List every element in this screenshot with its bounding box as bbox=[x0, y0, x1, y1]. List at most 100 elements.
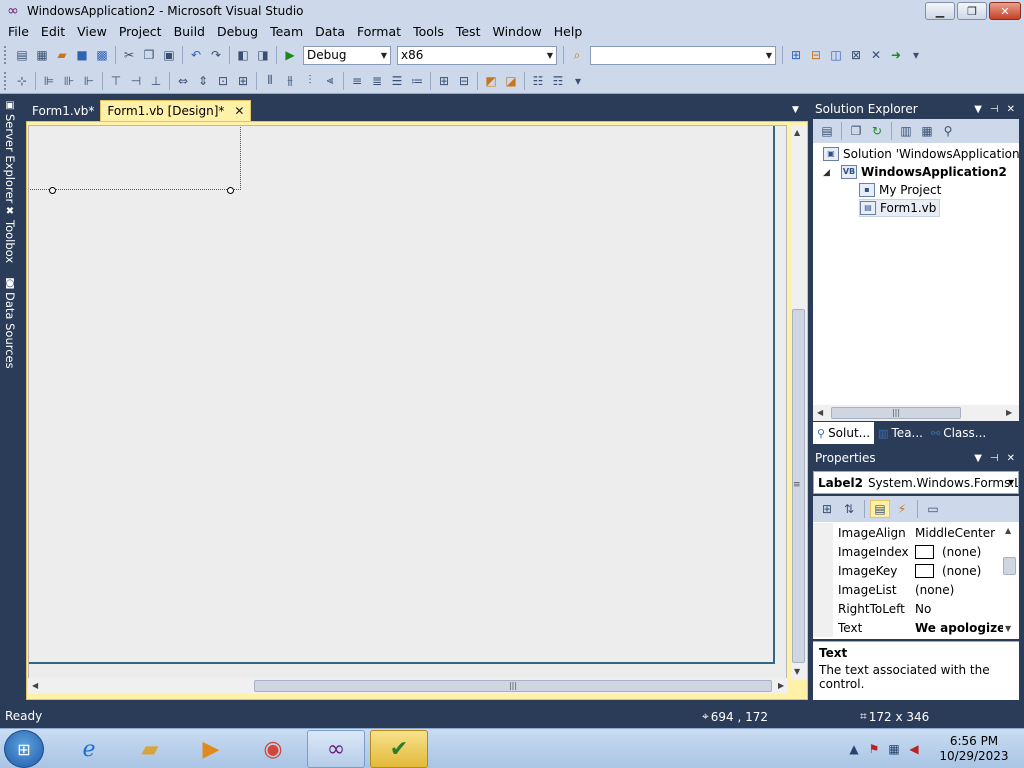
properties-view-icon[interactable]: ▤ bbox=[870, 500, 890, 518]
make-same-width-icon[interactable]: ⇔ bbox=[173, 72, 193, 90]
toolbar-grip[interactable] bbox=[4, 46, 8, 64]
alphabetical-icon[interactable]: ⇅ bbox=[839, 500, 859, 518]
active-files-dropdown-icon[interactable]: ▼ bbox=[792, 105, 799, 115]
view-class-diagram-icon[interactable]: ⚲ bbox=[938, 122, 958, 140]
solution-explorer-icon[interactable]: ⊞ bbox=[786, 46, 806, 64]
remove-vertical-spacing-icon[interactable]: ≔ bbox=[407, 72, 427, 90]
menu-edit[interactable]: Edit bbox=[35, 22, 71, 42]
server-explorer-tab[interactable]: ▣ Server Explorer bbox=[2, 100, 18, 203]
tab-form1-code[interactable]: Form1.vb* bbox=[26, 100, 100, 121]
lock-controls-icon[interactable]: ☶ bbox=[548, 72, 568, 90]
new-project-icon[interactable]: ▤ bbox=[12, 46, 32, 64]
undo-icon[interactable]: ↶ bbox=[186, 46, 206, 64]
menu-help[interactable]: Help bbox=[548, 22, 589, 42]
resize-handle-bottom-left[interactable] bbox=[49, 187, 56, 194]
vertical-spacing-equal-icon[interactable]: ≡ bbox=[347, 72, 367, 90]
start-page-icon[interactable]: ➜ bbox=[886, 46, 906, 64]
scroll-up-icon[interactable]: ▲ bbox=[1005, 526, 1011, 535]
increase-vertical-spacing-icon[interactable]: ≣ bbox=[367, 72, 387, 90]
network-icon[interactable]: ▦ bbox=[884, 742, 904, 756]
close-tab-icon[interactable]: ✕ bbox=[234, 104, 244, 118]
taskbar-chrome[interactable]: ◉ bbox=[244, 730, 302, 768]
tree-node-solution[interactable]: ▣ Solution 'WindowsApplication2' bbox=[823, 145, 1019, 163]
bring-to-front-icon[interactable]: ◩ bbox=[481, 72, 501, 90]
refresh-icon[interactable]: ↻ bbox=[867, 122, 887, 140]
property-row[interactable]: ImageList (none) bbox=[813, 580, 1003, 599]
make-same-size-icon[interactable]: ⊡ bbox=[213, 72, 233, 90]
view-designer-icon[interactable]: ▦ bbox=[917, 122, 937, 140]
horizontal-scroll-thumb[interactable]: ||| bbox=[254, 680, 772, 692]
menu-format[interactable]: Format bbox=[351, 22, 407, 42]
view-code-icon[interactable]: ▥ bbox=[896, 122, 916, 140]
toolbox-tab[interactable]: ✖ Toolbox bbox=[2, 206, 18, 263]
vertical-scroll-thumb[interactable] bbox=[1003, 557, 1016, 575]
menu-test[interactable]: Test bbox=[450, 22, 487, 42]
design-surface[interactable] bbox=[28, 125, 787, 683]
copy-icon[interactable]: ❐ bbox=[139, 46, 159, 64]
object-browser-icon[interactable]: ◫ bbox=[826, 46, 846, 64]
form1-design-canvas[interactable] bbox=[29, 126, 775, 664]
property-row[interactable]: ImageIndex (none) bbox=[813, 542, 1003, 561]
menu-debug[interactable]: Debug bbox=[211, 22, 264, 42]
property-row[interactable]: ImageKey (none) bbox=[813, 561, 1003, 580]
find-in-files-icon[interactable]: ⌕ bbox=[567, 46, 587, 64]
taskbar-file-explorer[interactable]: ▰ bbox=[121, 730, 179, 768]
tab-solution-explorer[interactable]: ⚲ Solut... bbox=[813, 422, 875, 444]
minimize-button[interactable]: ▁ bbox=[925, 2, 955, 20]
tree-node-form1[interactable]: ▤ Form1.vb bbox=[859, 199, 941, 217]
scroll-up-icon[interactable]: ▲ bbox=[794, 128, 800, 137]
scroll-left-icon[interactable]: ◀ bbox=[817, 408, 823, 417]
tab-class-view[interactable]: ⚯ Class... bbox=[927, 422, 990, 444]
menu-data[interactable]: Data bbox=[309, 22, 351, 42]
action-center-flag-icon[interactable]: ⚑ bbox=[864, 742, 884, 756]
decrease-vertical-spacing-icon[interactable]: ☰ bbox=[387, 72, 407, 90]
menu-team[interactable]: Team bbox=[264, 22, 309, 42]
scroll-right-icon[interactable]: ▶ bbox=[1006, 408, 1012, 417]
show-hidden-icons-icon[interactable]: ▲ bbox=[844, 742, 864, 756]
show-all-files-icon[interactable]: ❐ bbox=[846, 122, 866, 140]
tree-node-my-project[interactable]: ▪ My Project bbox=[859, 181, 941, 199]
properties-window-icon[interactable]: ⊟ bbox=[806, 46, 826, 64]
scroll-down-icon[interactable]: ▼ bbox=[1005, 624, 1011, 633]
close-panel-icon[interactable]: ✕ bbox=[1007, 104, 1015, 115]
align-bottoms-icon[interactable]: ⊥ bbox=[146, 72, 166, 90]
selected-label2-control[interactable] bbox=[29, 126, 241, 194]
decrease-horizontal-spacing-icon[interactable]: ⫶ bbox=[300, 72, 320, 90]
menu-tools[interactable]: Tools bbox=[407, 22, 450, 42]
volume-muted-icon[interactable]: ◀ bbox=[904, 742, 924, 756]
taskbar-clock[interactable]: 6:56 PM 10/29/2023 bbox=[936, 734, 1012, 764]
send-to-back-icon[interactable]: ◪ bbox=[501, 72, 521, 90]
toolbar-overflow-icon[interactable]: ▾ bbox=[568, 72, 588, 90]
save-all-icon[interactable]: ▩ bbox=[92, 46, 112, 64]
horizontal-spacing-equal-icon[interactable]: ⫴ bbox=[260, 72, 280, 90]
scroll-right-icon[interactable]: ▶ bbox=[778, 681, 784, 690]
menu-view[interactable]: View bbox=[71, 22, 113, 42]
find-combo[interactable]: ▼ bbox=[590, 45, 776, 65]
collapse-triangle-icon[interactable]: ◢ bbox=[823, 168, 830, 178]
open-file-icon[interactable]: ▰ bbox=[52, 46, 72, 64]
properties-icon[interactable]: ▤ bbox=[817, 122, 837, 140]
align-lefts-icon[interactable]: ⊫ bbox=[39, 72, 59, 90]
save-icon[interactable]: ■ bbox=[72, 46, 92, 64]
property-grid-scrollbar[interactable]: ▲ ▼ bbox=[1003, 524, 1017, 637]
tab-team-explorer[interactable]: ▥ Tea... bbox=[874, 422, 927, 444]
resize-handle-bottom-right[interactable] bbox=[227, 187, 234, 194]
property-pages-icon[interactable]: ▭ bbox=[923, 500, 943, 518]
window-position-icon[interactable]: ▼ bbox=[974, 453, 982, 464]
align-to-grid-icon[interactable]: ⊹ bbox=[12, 72, 32, 90]
property-row-text[interactable]: Text We apologize fo bbox=[813, 618, 1003, 637]
data-sources-tab[interactable]: ◙ Data Sources bbox=[2, 278, 18, 369]
align-centers-icon[interactable]: ⊪ bbox=[59, 72, 79, 90]
align-rights-icon[interactable]: ⊩ bbox=[79, 72, 99, 90]
tab-order-icon[interactable]: ☷ bbox=[528, 72, 548, 90]
center-horizontally-icon[interactable]: ⊞ bbox=[434, 72, 454, 90]
close-button[interactable]: ✕ bbox=[989, 2, 1021, 20]
toolbox-icon[interactable]: ⊠ bbox=[846, 46, 866, 64]
paste-icon[interactable]: ▣ bbox=[159, 46, 179, 64]
center-vertically-icon[interactable]: ⊟ bbox=[454, 72, 474, 90]
auto-hide-pin-icon[interactable]: ⊣ bbox=[990, 104, 999, 115]
properties-object-selector[interactable]: Label2 System.Windows.Forms.La ▼ bbox=[813, 471, 1019, 494]
designer-vertical-scrollbar[interactable]: ▲ ≡ ▼ bbox=[791, 125, 807, 680]
make-same-height-icon[interactable]: ⇕ bbox=[193, 72, 213, 90]
toolbar-overflow-icon[interactable]: ▾ bbox=[906, 46, 926, 64]
